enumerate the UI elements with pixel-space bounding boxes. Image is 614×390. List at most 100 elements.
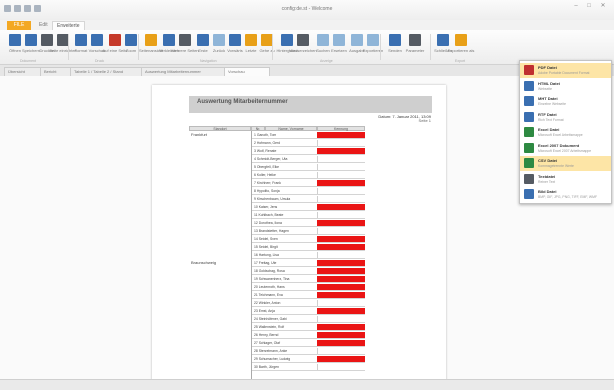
ribbon-button-icon — [351, 34, 363, 46]
ribbon-button-19[interactable]: Ersetzen — [329, 31, 349, 61]
table-row: 7 Kirchherr, Frank — [252, 180, 365, 187]
table-row: 25 Wallenstein, Rolf — [252, 324, 365, 331]
employee-id-cell — [317, 300, 365, 306]
ribbon-button-24[interactable]: Schließen — [433, 31, 453, 61]
table-row: 26 Henry, Bernd — [252, 332, 365, 339]
table-row: 22 Winkler, Anton — [252, 300, 365, 307]
ribbon-group-label: Druck — [95, 59, 105, 63]
ribbon-button-8[interactable]: Seitenansicht — [139, 31, 163, 61]
ribbon-button-icon — [145, 34, 157, 46]
file-type-icon — [524, 65, 534, 75]
file-type-icon — [524, 127, 534, 137]
employee-name-cell: 29 Schumacher, Ludwig — [254, 357, 291, 361]
ribbon-button-icon — [197, 34, 209, 46]
employee-name-cell: 5 Obergfell, Elke — [254, 165, 280, 169]
employee-id-cell — [317, 244, 365, 250]
group-label-frankfurt: Frankfurt — [191, 132, 208, 137]
table-row: 19 Schwanenherz, Tina — [252, 276, 365, 283]
table-row: 28 Sterzelmann, Anke — [252, 348, 365, 355]
employee-name-cell: 8 Hypolito, Sonja — [254, 189, 280, 193]
employee-name-cell: 26 Henry, Bernd — [254, 333, 279, 337]
employee-id-cell — [317, 188, 365, 194]
employee-id-cell — [317, 228, 365, 234]
employee-name-cell: 23 Emst, Anja — [254, 309, 275, 313]
table-row: 11 Kuhlbach, Beate — [252, 212, 365, 219]
export-format-item[interactable]: Excel Datei Microsoft Excel Arbeitsmappe — [520, 125, 611, 140]
tab-edit[interactable]: Edit — [35, 21, 52, 30]
ribbon-button-icon — [25, 34, 37, 46]
ribbon-button-icon — [9, 34, 21, 46]
table-row: 21 Teichmann, Eva — [252, 292, 365, 299]
table-row: 18 Goldschag, Rosa — [252, 268, 365, 275]
ribbon-button-icon — [317, 34, 329, 46]
ribbon-button-10[interactable]: Mehrere Seiten — [171, 31, 199, 61]
ribbon-button-icon — [109, 34, 121, 46]
export-format-item[interactable]: RTF Datei Rich Text Format — [520, 110, 611, 125]
table-row: 16 Hartung, Lisa — [252, 252, 365, 259]
ribbon-button-icon — [125, 34, 137, 46]
table-row: 4 Schmidt-Berger, Uta — [252, 156, 365, 163]
column-header-id: Kennung — [317, 126, 365, 131]
ribbon-group-separator — [272, 34, 273, 60]
export-format-item[interactable]: PDF Datei Adobe Portable Document Format — [520, 63, 611, 78]
ribbon-button-icon — [389, 34, 401, 46]
export-format-description: Adobe Portable Document Format — [538, 71, 590, 75]
close-button[interactable]: ✕ — [596, 2, 610, 11]
ribbon-button-5[interactable]: Vorschau — [87, 31, 107, 61]
maximize-button[interactable]: □ — [583, 2, 595, 11]
export-format-label: Bild Datei — [538, 189, 557, 194]
ribbon-button-icon — [437, 34, 449, 46]
export-format-label: MHT Datei — [538, 96, 558, 101]
employee-id-cell — [317, 292, 365, 298]
ribbon-button-3[interactable]: Seite einrichten — [49, 31, 77, 61]
tab-file[interactable]: FILE — [7, 21, 31, 30]
export-format-description: Microsoft Excel 2007 Arbeitsmappe — [538, 148, 592, 153]
ribbon-button-icon — [179, 34, 191, 46]
file-type-icon — [524, 189, 534, 199]
ribbon-button-22[interactable]: Senden — [385, 31, 405, 61]
export-format-description: Reiner Text — [538, 179, 556, 184]
employee-name-cell: 4 Schmidt-Berger, Uta — [254, 157, 288, 161]
table-row: 6 Koller, Heike — [252, 172, 365, 179]
employee-id-cell — [317, 260, 365, 266]
ribbon-group-label: Dokument — [20, 59, 36, 63]
employee-id-cell — [317, 364, 365, 370]
ribbon-button-17[interactable]: Wasserzeichen — [289, 31, 317, 61]
ribbon-group-separator — [430, 34, 431, 60]
table-row: 15 Seidel, Birgit — [252, 244, 365, 251]
ribbon-button-icon — [163, 34, 175, 46]
ribbon-group-separator — [138, 34, 139, 60]
export-format-item[interactable]: CSV Datei Kommagetrennte Werte — [520, 156, 611, 171]
employee-id-cell — [317, 164, 365, 170]
window-title: config:de.st - Welcome — [281, 6, 333, 12]
employee-name-cell: 13 Brandstetter, Hagen — [254, 229, 289, 233]
export-format-item[interactable]: Bild Datei BMP, GIF, JPG, PNG, TIFF, EMF,… — [520, 187, 611, 202]
ribbon-group-separator — [68, 34, 69, 60]
minimize-button[interactable]: – — [570, 2, 582, 11]
table-row: 27 Schlager, Olaf — [252, 340, 365, 347]
group-label-braunschweig: Braunschweig — [191, 260, 217, 265]
export-format-label: Excel 2007 Dokument — [538, 142, 580, 148]
ribbon-button-23[interactable]: Parameter — [405, 31, 425, 61]
employee-name-cell: 30 Barth, Jürgen — [254, 365, 280, 369]
employee-name-cell: 20 Leutenroth, Hans — [254, 285, 285, 289]
employee-name-cell: 17 Freitag, Ute — [254, 261, 277, 265]
ribbon-button-25[interactable]: Exportieren als — [448, 31, 474, 61]
export-format-item[interactable]: HTML Datei Webseite — [520, 79, 611, 94]
employee-name-cell: 12 Dorothea, Ilona — [254, 221, 282, 225]
export-format-label: Textdatei — [538, 173, 556, 179]
employee-id-cell — [317, 132, 365, 138]
export-format-description: Microsoft Excel Arbeitsmappe — [538, 133, 583, 137]
employee-name-cell: 24 Steinhöfener, Gabi — [254, 317, 287, 321]
export-format-item[interactable]: MHT Datei Einzelne Webseite — [520, 94, 611, 109]
ribbon-tabs: FILE Edit Erweiterte — [0, 20, 614, 31]
employee-name-cell: 18 Goldschag, Rosa — [254, 269, 285, 273]
table-row: 29 Schumacher, Ludwig — [252, 356, 365, 363]
employee-name-cell: 27 Schlager, Olaf — [254, 341, 281, 345]
file-type-icon — [524, 80, 534, 91]
export-format-item[interactable]: Excel 2007 Dokument Microsoft Excel 2007 … — [520, 141, 611, 156]
ribbon-button-icon — [229, 34, 241, 46]
employee-name-cell: 28 Sterzelmann, Anke — [254, 349, 288, 353]
export-format-item[interactable]: Textdatei Reiner Text — [520, 172, 611, 187]
ribbon-button-15[interactable]: Gehe zu — [257, 31, 277, 61]
